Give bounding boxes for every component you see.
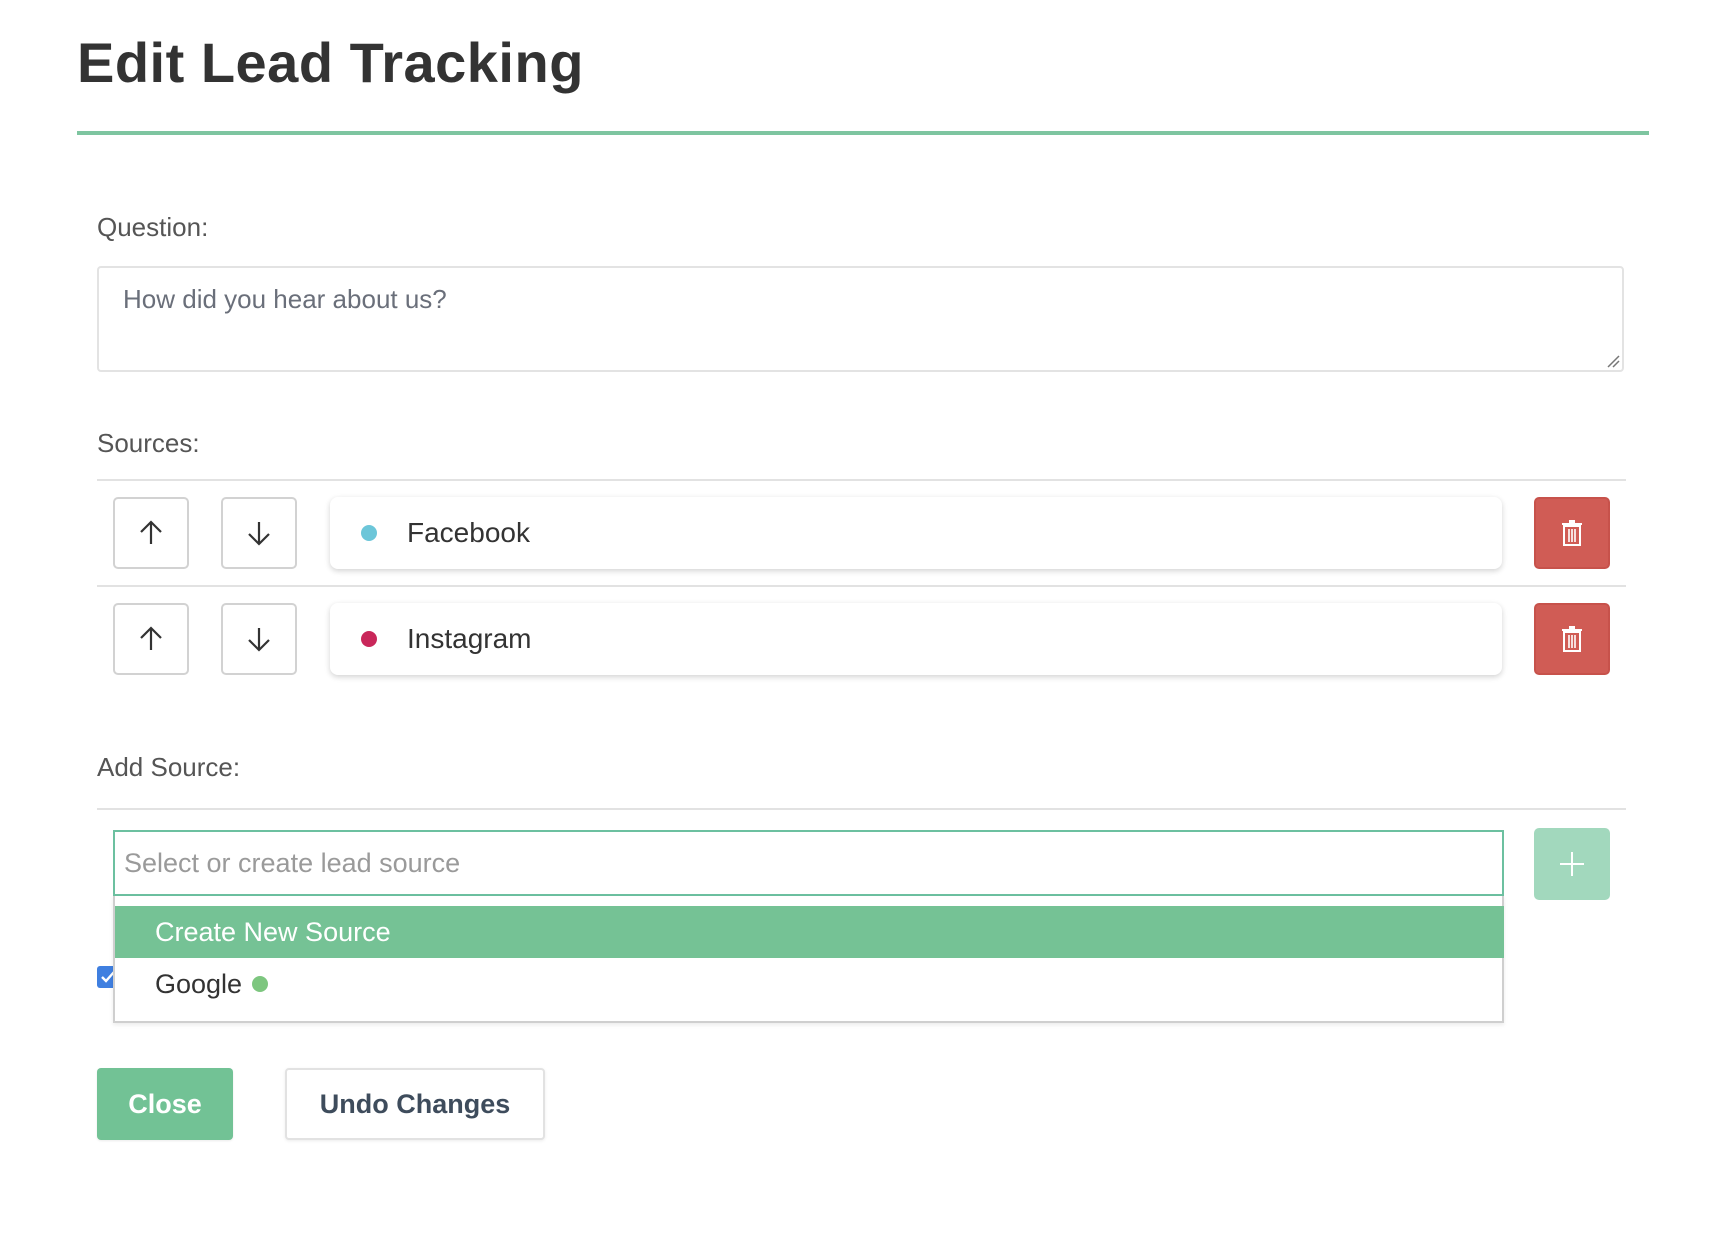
add-source-button[interactable]	[1534, 828, 1610, 900]
trash-icon	[1562, 626, 1582, 652]
source-pill[interactable]: Facebook	[330, 497, 1502, 569]
source-row: Instagram	[97, 586, 1626, 692]
question-text: How did you hear about us?	[123, 284, 447, 314]
option-label: Create New Source	[155, 916, 391, 947]
source-name: Facebook	[407, 517, 530, 548]
lead-source-dropdown: Create New Source Google	[113, 896, 1504, 1023]
page-title: Edit Lead Tracking	[77, 31, 584, 94]
source-pill[interactable]: Instagram	[330, 603, 1502, 675]
move-down-button[interactable]	[221, 497, 297, 569]
question-textarea[interactable]: How did you hear about us?	[97, 266, 1624, 372]
source-color-dot	[361, 631, 377, 647]
trash-icon	[1562, 520, 1582, 546]
question-label: Question:	[97, 212, 209, 242]
source-option-google[interactable]: Google	[115, 958, 1504, 1010]
source-row: Facebook	[97, 480, 1626, 586]
move-down-button[interactable]	[221, 603, 297, 675]
plus-icon	[1560, 852, 1584, 876]
arrow-down-icon	[248, 522, 270, 546]
delete-source-button[interactable]	[1534, 603, 1610, 675]
undo-changes-button[interactable]: Undo Changes	[285, 1068, 545, 1140]
move-up-button[interactable]	[113, 497, 189, 569]
add-source-divider	[97, 808, 1626, 810]
source-name: Instagram	[407, 623, 532, 654]
source-color-dot	[361, 525, 377, 541]
delete-source-button[interactable]	[1534, 497, 1610, 569]
resize-grip-icon[interactable]	[1604, 352, 1620, 368]
option-label: Google	[155, 968, 243, 999]
lead-source-search-input[interactable]	[113, 830, 1504, 896]
close-button[interactable]: Close	[97, 1068, 233, 1140]
arrow-down-icon	[248, 628, 270, 652]
add-source-label: Add Source:	[97, 752, 241, 782]
arrow-up-icon	[140, 520, 162, 544]
sources-label: Sources:	[97, 428, 200, 458]
move-up-button[interactable]	[113, 603, 189, 675]
arrow-up-icon	[140, 626, 162, 650]
source-color-dot	[252, 976, 269, 992]
title-divider	[77, 131, 1649, 135]
create-new-source-option[interactable]: Create New Source	[115, 906, 1504, 958]
